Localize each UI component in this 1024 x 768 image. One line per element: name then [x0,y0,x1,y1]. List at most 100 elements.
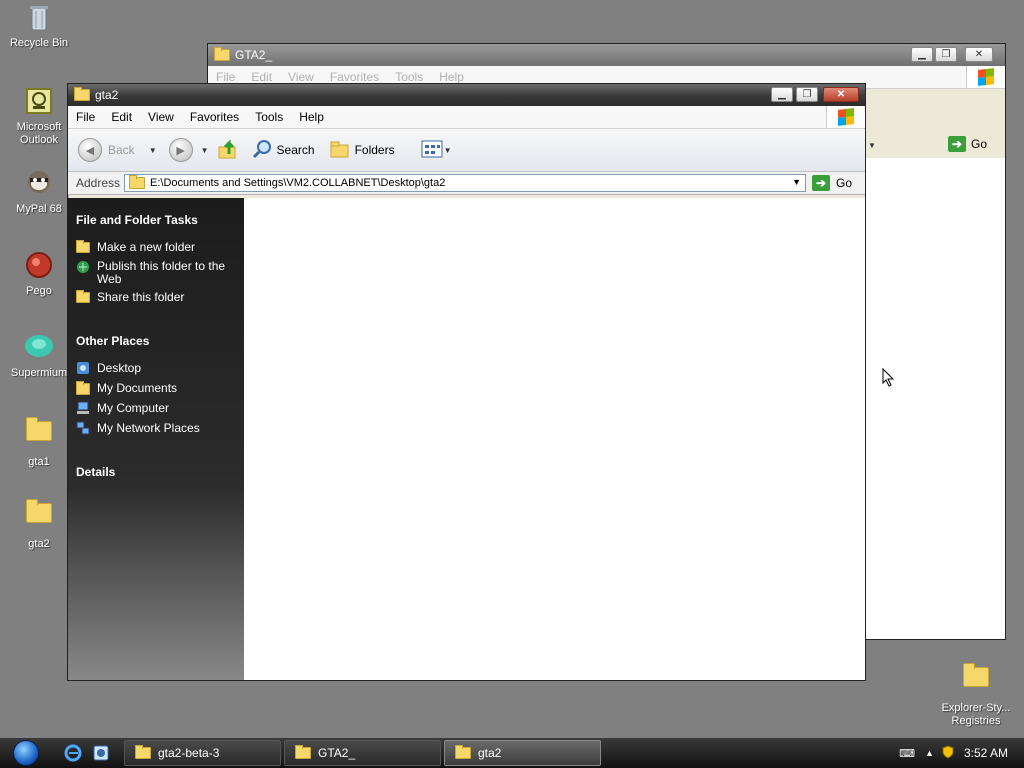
views-button[interactable]: ▼ [421,139,452,162]
other-places-heading[interactable]: Other Places [68,334,157,348]
back-address-dropdown[interactable]: ▼ [864,134,944,156]
task-pane: File and Folder Tasks Make a new folder … [68,198,244,680]
forward-arrow-icon: ▶ [168,138,193,162]
file-folder-tasks-heading[interactable]: File and Folder Tasks [68,213,206,227]
desktop-icon-label: Pego [26,285,52,297]
toolbar: ◀ Back ▼ ▶ ▼ Search Folders ▼ [68,129,865,172]
desktop-icon-label: gta1 [28,456,50,468]
pego-icon [23,250,55,282]
address-field[interactable]: E:\Documents and Settings\VM2.COLLABNET\… [124,174,807,192]
taskbar-button-gta2-beta-3[interactable]: gta2-beta-3 [124,740,281,766]
share-folder-icon [76,290,90,304]
desktop-icon-outlook[interactable]: Microsoft Outlook [1,86,77,147]
front-window[interactable]: gta2 ▁ ❐ ✕ File Edit View Favorites Tool… [67,83,866,681]
share-folder-link[interactable]: Share this folder [76,290,236,304]
place-label: My Computer [97,401,170,415]
back-button[interactable]: ◀ Back ▼ [78,138,157,162]
menu-help[interactable]: Help [431,70,472,84]
menu-file[interactable]: File [208,70,243,84]
security-shield-icon[interactable] [942,744,954,762]
address-label: Address [76,176,121,190]
place-my-computer-link[interactable]: My Computer [76,401,236,415]
go-arrow-icon: ➔ [948,136,966,152]
chevron-down-icon: ▼ [443,145,452,155]
recycle-bin-icon [23,2,55,34]
menu-tools[interactable]: Tools [247,110,291,124]
up-folder-icon [217,138,239,163]
menu-view[interactable]: View [140,110,182,124]
minimize-button[interactable]: ▁ [911,47,933,62]
desktop-icon-label: Microsoft Outlook [16,121,62,146]
back-go-button[interactable]: ➔ Go [948,136,987,152]
window-title: GTA2_ [235,48,273,62]
menu-file[interactable]: File [68,110,103,124]
place-my-documents-link[interactable]: My Documents [76,380,236,395]
taskbar-button-gta2-underscore[interactable]: GTA2_ [284,740,441,766]
chevron-down-icon[interactable]: ▼ [149,146,157,155]
supermium-icon [23,332,55,364]
forward-button[interactable]: ▶ ▼ [168,138,209,162]
publish-folder-link[interactable]: Publish this folder to the Web [76,260,236,286]
windows-orb-icon [13,740,39,766]
system-tray: ⌨ ▲ 3:52 AM [899,738,1024,768]
task-label: Publish this folder to the Web [97,259,226,286]
menu-favorites[interactable]: Favorites [182,110,247,124]
menu-edit[interactable]: Edit [103,110,140,124]
clock[interactable]: 3:52 AM [964,746,1008,760]
close-button[interactable]: ✕ [965,47,993,62]
close-button[interactable]: ✕ [823,87,859,102]
menu-favorites[interactable]: Favorites [322,70,387,84]
desktop-icon-recycle-bin[interactable]: Recycle Bin [1,2,77,50]
new-folder-icon [76,240,90,254]
place-desktop-link[interactable]: Desktop [76,361,236,375]
search-button[interactable]: Search [251,138,315,163]
make-new-folder-link[interactable]: Make a new folder [76,240,236,254]
minimize-button[interactable]: ▁ [771,87,793,102]
desktop-icon-mypal[interactable]: MyPal 68 [1,168,77,216]
chevron-down-icon[interactable]: ▼ [792,177,801,187]
taskbar-button-label: GTA2_ [318,746,356,760]
quicklaunch-ie-icon[interactable] [64,744,82,765]
folder-icon [455,745,471,759]
place-label: Desktop [97,361,142,375]
taskbar: gta2-beta-3 GTA2_ gta2 ⌨ ▲ 3:52 AM [0,738,1024,768]
show-hidden-icons-icon[interactable]: ▲ [925,748,934,758]
network-places-icon [76,421,90,435]
quicklaunch-explorer-icon[interactable] [92,744,110,765]
place-my-network-places-link[interactable]: My Network Places [76,421,236,435]
menu-view[interactable]: View [280,70,322,84]
maximize-button[interactable]: ❐ [796,87,818,102]
desktop-icon-explorer-style-registries[interactable]: Explorer-Sty... Registries [936,660,1016,728]
chevron-down-icon[interactable]: ▼ [201,146,209,155]
my-computer-icon [76,401,90,415]
folder-icon [23,499,55,535]
start-button[interactable] [8,738,44,768]
desktop-icon [76,361,90,375]
front-window-titlebar[interactable]: gta2 ▁ ❐ ✕ [68,84,865,106]
keyboard-icon[interactable]: ⌨ [899,747,915,760]
folders-button[interactable]: Folders [329,138,395,163]
folders-label: Folders [354,143,395,157]
menu-tools[interactable]: Tools [387,70,431,84]
chevron-down-icon: ▼ [868,140,876,150]
up-folder-button[interactable] [217,138,239,163]
menu-help[interactable]: Help [291,110,332,124]
desktop-icon-gta1[interactable]: gta1 [1,414,77,469]
desktop-icon-supermium[interactable]: Supermium [1,332,77,380]
search-label: Search [276,143,315,157]
desktop-icon-pego[interactable]: Pego [1,250,77,298]
desktop-icon-gta2[interactable]: gta2 [1,496,77,551]
back-arrow-icon: ◀ [78,138,102,162]
go-button[interactable]: ➔ Go [812,175,852,191]
back-window-titlebar[interactable]: GTA2_ ▁ ❐ ✕ [208,44,1005,66]
taskbar-button-gta2[interactable]: gta2 [444,740,601,766]
address-bar: Address E:\Documents and Settings\VM2.CO… [68,172,865,195]
maximize-button[interactable]: ❐ [935,47,957,62]
folder-icon [214,47,230,61]
mouse-cursor-icon [882,367,896,391]
folder-content-area[interactable] [244,198,865,680]
details-heading[interactable]: Details [68,465,123,479]
menu-edit[interactable]: Edit [243,70,280,84]
desktop-icon-label: Supermium [10,367,68,379]
place-label: My Network Places [97,421,200,435]
